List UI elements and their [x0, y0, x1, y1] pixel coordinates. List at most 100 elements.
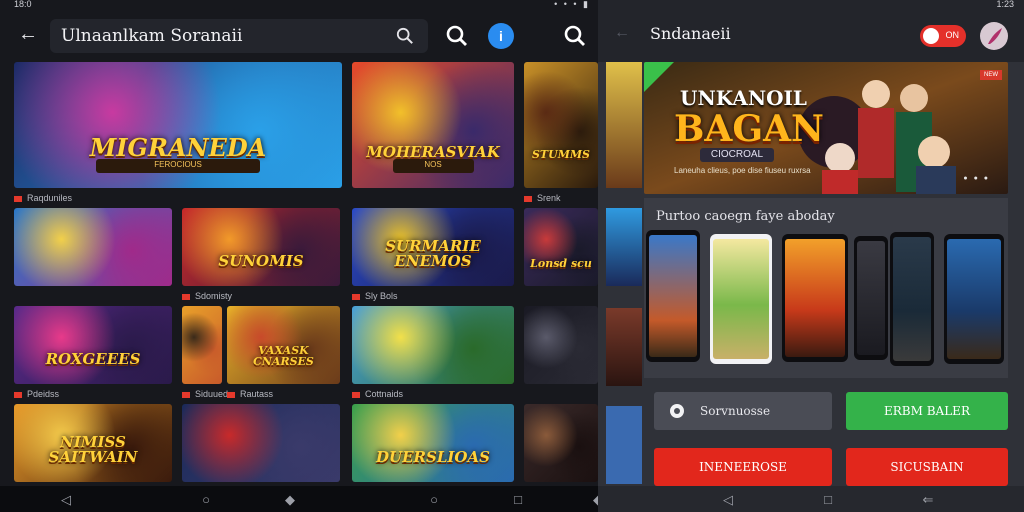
caption-text: Cottnaids: [365, 389, 404, 399]
nav-home-icon[interactable]: ○: [198, 492, 214, 508]
nav-recents-icon[interactable]: □: [820, 492, 836, 508]
banner-title-line1: UNKANOIL: [680, 86, 807, 110]
new-badge: NEW: [980, 70, 1002, 80]
game-title: NIMISS SAITWAIN: [48, 432, 138, 466]
search-icon[interactable]: [445, 24, 469, 48]
nav-recents-icon[interactable]: □: [510, 492, 526, 508]
game-cover-art: [182, 306, 222, 384]
screenshot-phone[interactable]: [890, 232, 934, 366]
game-caption[interactable]: Siduuedo: [182, 389, 233, 399]
sound-source-button[interactable]: Sorvnuosse: [654, 392, 832, 430]
game-title: STUMMS: [531, 148, 591, 162]
nav-back-icon[interactable]: ⇐: [920, 492, 936, 508]
action-button-left[interactable]: INENEEROSE: [654, 448, 832, 486]
game-subtitle: NOS: [392, 159, 474, 173]
search-icon[interactable]: [563, 24, 587, 48]
game-tile[interactable]: SUNOMIS: [182, 208, 340, 286]
screenshot-phone[interactable]: [854, 236, 888, 360]
game-cover-art: [524, 62, 598, 188]
sound-source-label: Sorvnuosse: [700, 404, 771, 418]
game-cover-art: [182, 404, 340, 482]
game-cover-art: [524, 208, 598, 286]
game-caption[interactable]: Pdeidss: [14, 389, 59, 399]
system-nav-bar: ◁ ○ ◆ ○ □ ◆: [0, 486, 598, 512]
caption-text: Srenk: [537, 193, 561, 203]
game-cover-art: [182, 208, 340, 286]
game-title: SURMARIE ENEMOS: [385, 236, 481, 270]
nav-assist-icon[interactable]: ◆: [590, 492, 598, 508]
game-tile[interactable]: SURMARIE ENEMOS: [352, 208, 514, 286]
game-tile[interactable]: [524, 404, 598, 482]
search-input[interactable]: Ulnaanlkam Soranaii: [50, 19, 428, 53]
game-subtitle: FEROCIOUS: [96, 159, 260, 173]
game-caption[interactable]: Raqduniles: [14, 193, 72, 203]
nav-back-icon[interactable]: ◁: [58, 492, 74, 508]
game-caption[interactable]: Rautass: [227, 389, 273, 399]
status-icons: • • • ▮: [554, 0, 590, 9]
game-tile[interactable]: VAXASK CNARSES: [227, 306, 340, 384]
caption-marker-icon: [182, 391, 190, 398]
caption-marker-icon: [352, 293, 360, 300]
game-tile[interactable]: DUERSLIOAS: [352, 404, 514, 482]
game-tile[interactable]: STUMMS: [524, 62, 598, 188]
game-tile[interactable]: [352, 306, 514, 384]
caption-marker-icon: [352, 391, 360, 398]
game-caption[interactable]: Cottnaids: [352, 389, 403, 399]
game-title: SUNOMIS: [218, 251, 304, 270]
game-tile[interactable]: [524, 306, 598, 384]
screenshot-phone[interactable]: [710, 234, 772, 364]
status-time: 1:23: [996, 0, 1014, 9]
info-icon[interactable]: i: [488, 23, 514, 49]
game-title: Lonsd scu: [530, 256, 592, 270]
search-icon[interactable]: [396, 27, 414, 45]
screenshot-phone[interactable]: [944, 234, 1004, 364]
caption-text: Rautass: [240, 389, 274, 399]
top-app-bar: ← Ulnaanlkam Soranaii i: [0, 14, 598, 58]
system-nav-bar: ◁ □ ⇐: [598, 486, 1024, 512]
nav-back-icon[interactable]: ◁: [720, 492, 736, 508]
side-thumbnail-strip[interactable]: [606, 62, 642, 486]
caption-marker-icon: [524, 195, 532, 202]
install-button[interactable]: ERBM BALER: [846, 392, 1008, 430]
caption-marker-icon: [182, 293, 190, 300]
banner-title-line2: BAGAN: [674, 108, 824, 150]
screenshot-phone[interactable]: [646, 230, 700, 362]
back-arrow-icon[interactable]: ←: [614, 24, 630, 42]
game-tile[interactable]: MOHERASVIAK NOS: [352, 62, 514, 188]
toggle-switch[interactable]: ON: [920, 25, 966, 47]
game-tile[interactable]: NIMISS SAITWAIN: [14, 404, 172, 482]
game-tile[interactable]: ROXGEEES: [14, 306, 172, 384]
game-detail-panel: 1:23 ← Sndanaeii ON UNKANOIL BAGAN CIOCR…: [598, 0, 1024, 512]
caption-text: Sdomisty: [195, 291, 233, 301]
nav-assist-icon[interactable]: ◆: [282, 492, 298, 508]
avatar[interactable]: [980, 22, 1008, 50]
app-root: 18:0 • • • ▮ ← Ulnaanlkam Soranaii i MIG…: [0, 0, 1024, 512]
game-title: DUERSLIOAS: [376, 447, 490, 466]
game-tile[interactable]: [14, 208, 172, 286]
settings-icon: [670, 404, 684, 418]
toggle-knob: [923, 28, 939, 44]
status-time: 18:0: [14, 0, 32, 9]
back-arrow-icon[interactable]: ←: [16, 22, 40, 46]
nav-home-icon[interactable]: ○: [426, 492, 442, 508]
game-tile[interactable]: MIGRANEDA FEROCIOUS: [14, 62, 342, 188]
detail-top-bar: 1:23 ← Sndanaeii ON: [598, 0, 1024, 62]
caption-text: Pdeidss: [27, 389, 60, 399]
carousel-dots[interactable]: ● ● ●: [963, 175, 990, 182]
featured-banner[interactable]: UNKANOIL BAGAN CIOCROAL Laneuha clieus, …: [644, 62, 1008, 194]
game-caption[interactable]: Sly Bols: [352, 291, 398, 301]
game-caption[interactable]: Sdomisty: [182, 291, 232, 301]
banner-subtitle-chip: CIOCROAL: [700, 148, 774, 162]
screenshots-heading: Purtoo caoegn faye aboday: [656, 209, 835, 224]
game-tile[interactable]: Lonsd scu: [524, 208, 598, 286]
game-cover-art: [524, 404, 598, 482]
game-cover-art: [524, 306, 598, 384]
feather-icon: [988, 28, 1002, 44]
game-tile[interactable]: [182, 404, 340, 482]
screenshot-phone[interactable]: [782, 234, 848, 362]
game-tile[interactable]: [182, 306, 222, 384]
action-button-right[interactable]: SICUSBAIN: [846, 448, 1008, 486]
store-browse-panel: 18:0 • • • ▮ ← Ulnaanlkam Soranaii i MIG…: [0, 0, 598, 512]
caption-marker-icon: [14, 195, 22, 202]
game-caption[interactable]: Srenk: [524, 193, 561, 203]
